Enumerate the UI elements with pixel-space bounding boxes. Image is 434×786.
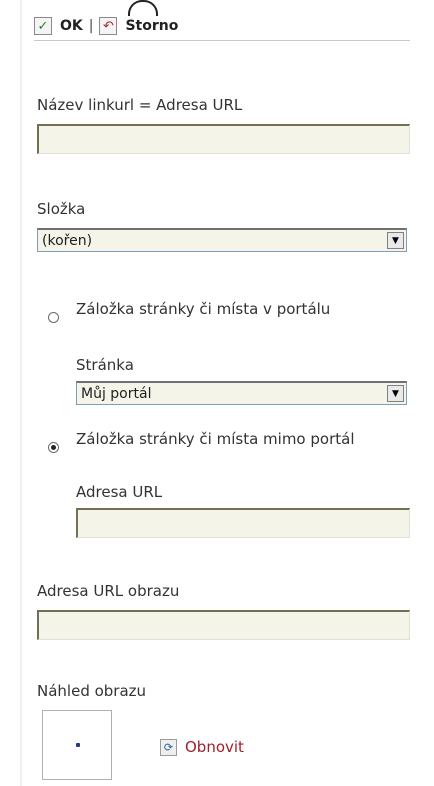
- radio-external-bookmark[interactable]: [48, 442, 59, 453]
- url-label: Adresa URL: [76, 483, 163, 501]
- folder-label: Složka: [37, 200, 86, 218]
- toolbar-separator: |: [88, 18, 94, 34]
- chevron-down-icon[interactable]: ▼: [387, 385, 404, 402]
- page-select[interactable]: Můj portál ▼: [76, 381, 407, 405]
- cancel-button[interactable]: Storno: [125, 18, 178, 34]
- url-input[interactable]: [76, 508, 410, 538]
- image-url-input[interactable]: [37, 610, 410, 640]
- refresh-button[interactable]: ⟳ Obnovit: [160, 738, 244, 756]
- option-internal-label: Záložka stránky či místa v portálu: [76, 300, 331, 318]
- page-margin-rule: [20, 0, 22, 786]
- cursor-artifact: [128, 0, 158, 16]
- image-url-label: Adresa URL obrazu: [37, 582, 180, 600]
- radio-internal-bookmark[interactable]: [48, 312, 59, 323]
- folder-select-value: (kořen): [42, 232, 93, 249]
- preview-label: Náhled obrazu: [37, 682, 147, 700]
- back-arrow-icon[interactable]: ↶: [99, 17, 118, 35]
- page-select-value: Můj portál: [81, 385, 152, 402]
- folder-select[interactable]: (kořen) ▼: [37, 228, 407, 252]
- image-preview: [42, 710, 112, 780]
- page-label: Stránka: [76, 356, 134, 374]
- preview-image-dot: [76, 743, 80, 747]
- ok-button[interactable]: OK: [60, 18, 83, 34]
- check-icon[interactable]: ✓: [34, 17, 52, 35]
- name-label: Název linkurl = Adresa URL: [37, 96, 243, 114]
- chevron-down-icon[interactable]: ▼: [387, 232, 404, 249]
- refresh-icon[interactable]: ⟳: [160, 738, 177, 756]
- option-external-label: Záložka stránky či místa mimo portál: [76, 430, 355, 448]
- name-input[interactable]: [37, 124, 410, 154]
- form-toolbar: ✓ OK | ↶ Storno: [34, 0, 410, 41]
- refresh-link[interactable]: Obnovit: [185, 738, 244, 756]
